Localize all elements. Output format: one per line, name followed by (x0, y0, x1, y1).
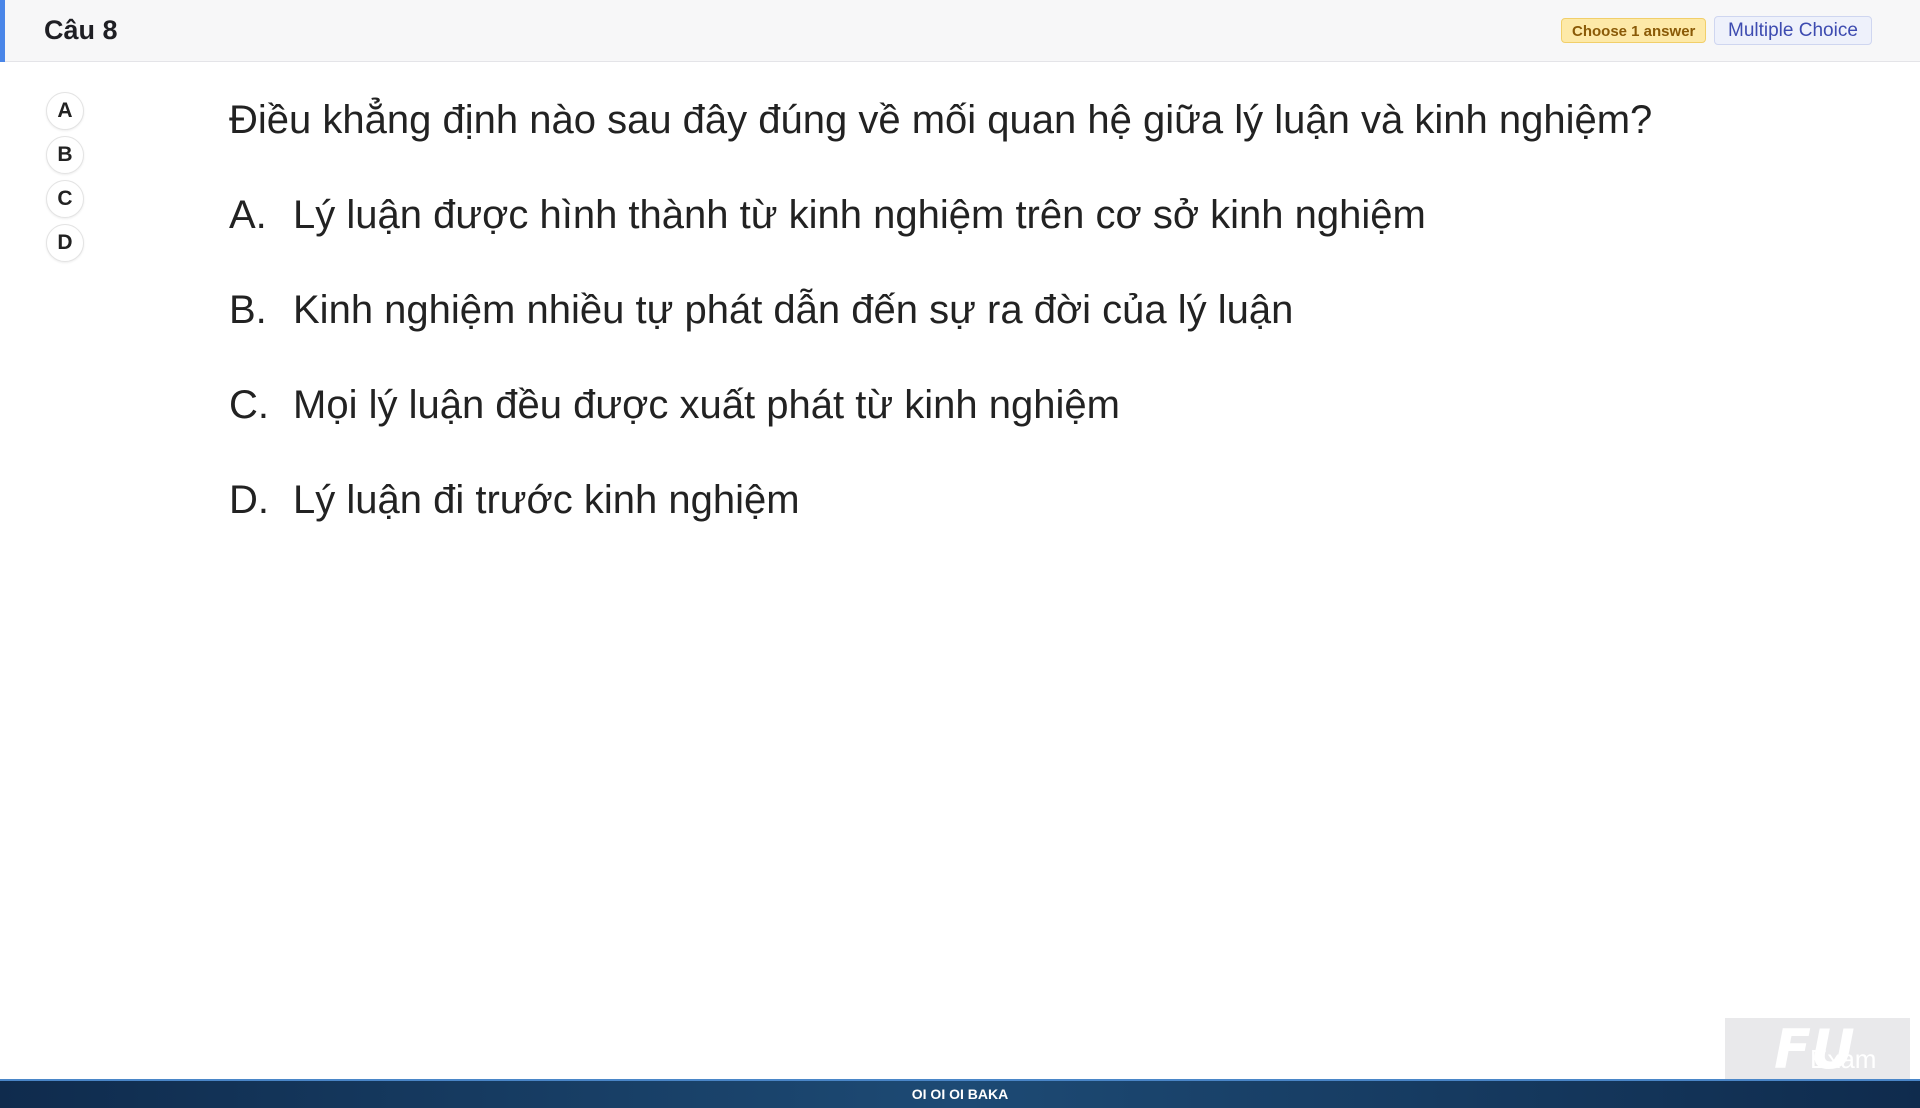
footer-bar: OI OI OI BAKA (0, 1079, 1920, 1108)
answer-selector-list: A B C D (46, 92, 86, 268)
option-b: B. Kinh nghiệm nhiều tự phát dẫn đến sự r… (229, 282, 1789, 338)
option-text: Lý luận đi trước kinh nghiệm (293, 478, 800, 522)
option-letter: A. (229, 193, 267, 237)
header-accent-bar (0, 0, 5, 62)
option-text: Lý luận được hình thành từ kinh nghiệm t… (293, 193, 1426, 237)
footer-text: OI OI OI BAKA (911, 1086, 1009, 1102)
option-text: Mọi lý luận đều được xuất phát từ kinh n… (293, 383, 1120, 427)
question-content: Điều khẳng định nào sau đây đúng về mối … (229, 92, 1789, 528)
fu-exam-logo: FU Exam (1725, 1018, 1910, 1079)
option-d: D. Lý luận đi trước kinh nghiệm (229, 472, 1789, 528)
answer-button-d[interactable]: D (46, 224, 84, 262)
question-text: Điều khẳng định nào sau đây đúng về mối … (229, 98, 1653, 142)
question-number-title: Câu 8 (44, 15, 118, 45)
option-letter: B. (229, 288, 267, 332)
option-text: Kinh nghiệm nhiều tự phát dẫn đến sự ra … (293, 288, 1294, 332)
question-header: Câu 8 Choose 1 answer Multiple Choice (0, 0, 1920, 62)
option-c: C. Mọi lý luận đều được xuất phát từ kinh… (229, 377, 1789, 433)
option-letter: D. (229, 478, 269, 522)
exam-page: Câu 8 Choose 1 answer Multiple Choice A … (0, 0, 1920, 1108)
answer-button-c[interactable]: C (46, 180, 84, 218)
logo-text: Exam (1810, 1044, 1877, 1074)
option-letter: C. (229, 383, 269, 427)
answer-button-b[interactable]: B (46, 136, 84, 174)
choose-answer-badge: Choose 1 answer (1561, 18, 1707, 43)
answer-button-a[interactable]: A (46, 92, 84, 130)
question-type-badge: Multiple Choice (1714, 16, 1872, 45)
option-a: A. Lý luận được hình thành từ kinh nghiệm… (229, 187, 1789, 243)
